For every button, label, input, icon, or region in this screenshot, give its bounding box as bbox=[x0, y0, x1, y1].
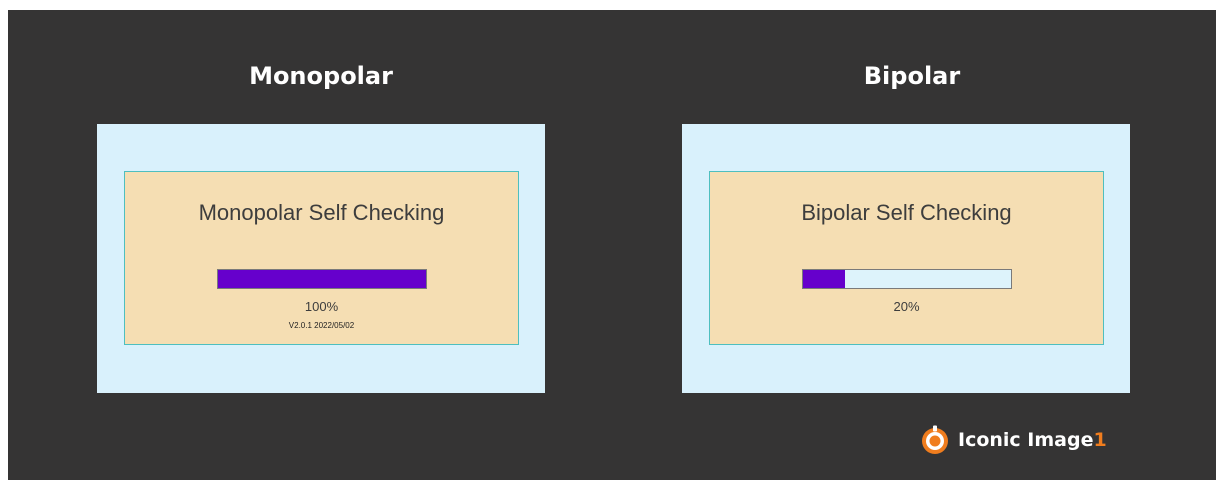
bipolar-self-check-dialog: Bipolar Self Checking 20% bbox=[709, 171, 1104, 345]
bipolar-progress-bar bbox=[802, 269, 1012, 289]
bipolar-screen-panel: Bipolar Self Checking 20% bbox=[682, 124, 1130, 393]
bipolar-progress-fill bbox=[803, 270, 845, 288]
brand-logo: Iconic Image1 bbox=[920, 424, 1107, 456]
bipolar-dialog-title: Bipolar Self Checking bbox=[801, 200, 1012, 225]
monopolar-progress-bar bbox=[217, 269, 427, 289]
bipolar-progress-label: 20% bbox=[893, 299, 920, 314]
screen-background: Monopolar Monopolar Self Checking 100% V… bbox=[8, 10, 1216, 480]
brand-name-text: Iconic Image bbox=[958, 429, 1094, 451]
firmware-version-label: V2.0.1 2022/05/02 bbox=[288, 321, 355, 330]
brand-name-accent: 1 bbox=[1093, 429, 1107, 451]
bipolar-heading: Bipolar bbox=[863, 62, 961, 90]
monopolar-heading: Monopolar bbox=[249, 62, 393, 90]
monopolar-screen-panel: Monopolar Self Checking 100% V2.0.1 2022… bbox=[97, 124, 545, 393]
monopolar-progress-label: 100% bbox=[304, 299, 339, 314]
brand-name: Iconic Image1 bbox=[958, 429, 1107, 451]
monopolar-dialog-title: Monopolar Self Checking bbox=[198, 200, 445, 225]
orange-ring-logo-icon bbox=[922, 425, 948, 454]
monopolar-self-check-dialog: Monopolar Self Checking 100% V2.0.1 2022… bbox=[124, 171, 519, 345]
monopolar-progress-fill bbox=[218, 270, 426, 288]
